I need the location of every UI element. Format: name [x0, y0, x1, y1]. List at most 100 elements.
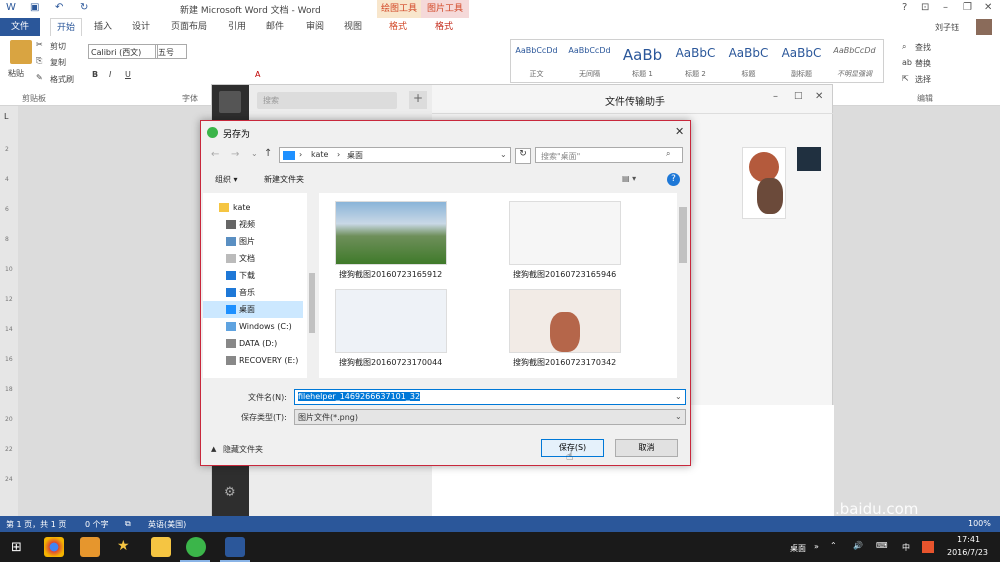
format-painter-button[interactable]: 格式刷	[50, 74, 74, 85]
cancel-button[interactable]: 取消	[615, 439, 678, 457]
tray-expand-icon[interactable]: ⌃	[830, 541, 837, 550]
tab-design[interactable]: 设计	[126, 18, 156, 36]
tree-item-drive-e[interactable]: RECOVERY (E:)	[203, 352, 303, 369]
files-scrollbar-thumb[interactable]	[679, 207, 687, 263]
forward-arrow-icon[interactable]: →	[231, 149, 239, 160]
file-explorer-icon[interactable]	[151, 537, 171, 557]
tree-scrollbar[interactable]	[307, 193, 317, 378]
tab-view[interactable]: 视图	[338, 18, 368, 36]
chat-maximize-icon[interactable]: □	[794, 91, 803, 101]
zoom-level[interactable]: 100%	[968, 519, 991, 528]
tab-selector-icon[interactable]: L	[4, 112, 8, 121]
file-name[interactable]: 搜狗截图20160723165912	[339, 269, 442, 280]
cut-button[interactable]: 剪切	[50, 41, 66, 52]
hide-folders-button[interactable]: 隐藏文件夹	[223, 444, 263, 455]
address-bar[interactable]: › kate › 桌面 ⌄	[279, 147, 511, 163]
copy-button[interactable]: 复制	[50, 57, 66, 68]
breadcrumb-kate[interactable]: kate	[311, 150, 328, 159]
recent-dropdown-icon[interactable]: ⌄	[251, 149, 258, 158]
find-button[interactable]: 查找	[915, 42, 931, 53]
cut-scissors-icon[interactable]: ✂	[36, 40, 43, 49]
tab-drawing-format[interactable]: 格式	[380, 18, 416, 36]
format-painter-icon[interactable]: ✎	[36, 73, 43, 82]
star-icon[interactable]: ★	[117, 538, 130, 554]
keyboard-icon[interactable]: ⌨	[876, 541, 888, 550]
add-chat-icon[interactable]: +	[409, 91, 427, 109]
collapse-icon[interactable]: ▲	[211, 445, 216, 453]
file-thumbnail[interactable]	[335, 289, 447, 353]
tab-layout[interactable]: 页面布局	[164, 18, 214, 36]
tree-item-videos[interactable]: 视频	[203, 216, 303, 233]
filetype-select[interactable]: 图片文件(*.png) ⌄	[294, 409, 686, 425]
undo-icon[interactable]: ↶	[55, 2, 63, 13]
find-icon[interactable]: ⌕	[902, 42, 906, 52]
wechat-search-input[interactable]: 搜索	[257, 92, 397, 109]
file-name[interactable]: 搜狗截图20160723170342	[513, 357, 616, 368]
copy-icon[interactable]: ⎘	[36, 56, 42, 66]
tree-item-music[interactable]: 音乐	[203, 284, 303, 301]
organize-button[interactable]: 组织 ▾	[215, 174, 238, 185]
style-subtitle[interactable]: AaBbC 副标题	[776, 46, 827, 80]
settings-gear-icon[interactable]: ⚙	[224, 485, 236, 500]
sogou-ime-icon[interactable]	[922, 541, 934, 553]
select-icon[interactable]: ⇱	[902, 74, 909, 83]
tree-item-documents[interactable]: 文档	[203, 250, 303, 267]
clock-time[interactable]: 17:41	[957, 535, 980, 544]
replace-icon[interactable]: ab	[902, 58, 912, 67]
app-icon[interactable]	[80, 537, 100, 557]
tree-item-kate[interactable]: kate	[203, 199, 303, 216]
wechat-avatar[interactable]	[219, 91, 241, 113]
clock-date[interactable]: 2016/7/23	[947, 548, 988, 557]
breadcrumb-desktop[interactable]: 桌面	[347, 150, 363, 161]
language[interactable]: 英语(美国)	[148, 519, 186, 530]
chat-user-avatar[interactable]	[797, 147, 821, 171]
font-name-select[interactable]: Calibri (西文)	[88, 44, 158, 59]
dialog-search-input[interactable]: 搜索"桌面" ⌕	[535, 147, 683, 163]
address-dropdown-icon[interactable]: ⌄	[500, 150, 507, 159]
volume-icon[interactable]: 🔊	[853, 541, 863, 550]
tree-item-downloads[interactable]: 下载	[203, 267, 303, 284]
word-count[interactable]: 0 个字	[85, 519, 109, 530]
chat-close-icon[interactable]: ✕	[815, 91, 823, 102]
tab-mailings[interactable]: 邮件	[260, 18, 290, 36]
tree-item-desktop[interactable]: 桌面	[203, 301, 303, 318]
tab-home[interactable]: 开始	[50, 18, 82, 36]
tray-chevron-icon[interactable]: »	[814, 542, 819, 551]
tab-insert[interactable]: 插入	[88, 18, 118, 36]
paste-icon[interactable]	[10, 40, 32, 64]
tab-references[interactable]: 引用	[222, 18, 252, 36]
refresh-icon[interactable]: ↻	[515, 148, 531, 164]
file-name[interactable]: 搜狗截图20160723170044	[339, 357, 442, 368]
file-thumbnail[interactable]	[509, 289, 621, 353]
chrome-icon[interactable]	[44, 537, 64, 557]
save-icon[interactable]: ▣	[30, 2, 39, 13]
proofing-icon[interactable]: ⧉	[125, 519, 131, 529]
filetype-dropdown-icon[interactable]: ⌄	[675, 412, 682, 421]
select-button[interactable]: 选择	[915, 74, 931, 85]
replace-button[interactable]: 替换	[915, 58, 931, 69]
desktop-label[interactable]: 桌面	[790, 543, 806, 554]
filename-input[interactable]: filehelper_1469266637101_32 ⌄	[294, 389, 686, 405]
view-options-icon[interactable]: ▤ ▾	[622, 174, 636, 183]
user-avatar[interactable]	[976, 19, 992, 35]
user-name[interactable]: 刘子钰	[935, 22, 959, 33]
windows-start-icon[interactable]: ⊞	[11, 540, 22, 555]
file-thumbnail[interactable]	[335, 201, 447, 265]
style-subtle-emphasis[interactable]: AaBbCcDd 不明显强调	[829, 46, 880, 80]
style-heading-2[interactable]: AaBbC 标题 2	[670, 46, 721, 80]
tab-picture-format[interactable]: 格式	[426, 18, 462, 36]
paste-button[interactable]: 粘贴	[8, 68, 24, 79]
back-arrow-icon[interactable]: ←	[211, 149, 219, 160]
tree-scrollbar-thumb[interactable]	[309, 273, 315, 333]
filename-dropdown-icon[interactable]: ⌄	[675, 392, 682, 401]
close-icon[interactable]: ✕	[984, 2, 992, 13]
restore-icon[interactable]: ❐	[963, 2, 972, 13]
tree-item-pictures[interactable]: 图片	[203, 233, 303, 250]
new-folder-button[interactable]: 新建文件夹	[264, 174, 304, 185]
file-name[interactable]: 搜狗截图20160723165946	[513, 269, 616, 280]
tab-file[interactable]: 文件	[0, 18, 40, 36]
style-no-spacing[interactable]: AaBbCcDd 无间隔	[564, 46, 615, 80]
word-icon[interactable]	[225, 537, 245, 557]
files-scrollbar[interactable]	[677, 193, 689, 378]
style-heading-1[interactable]: AaBb 标题 1	[617, 46, 668, 80]
